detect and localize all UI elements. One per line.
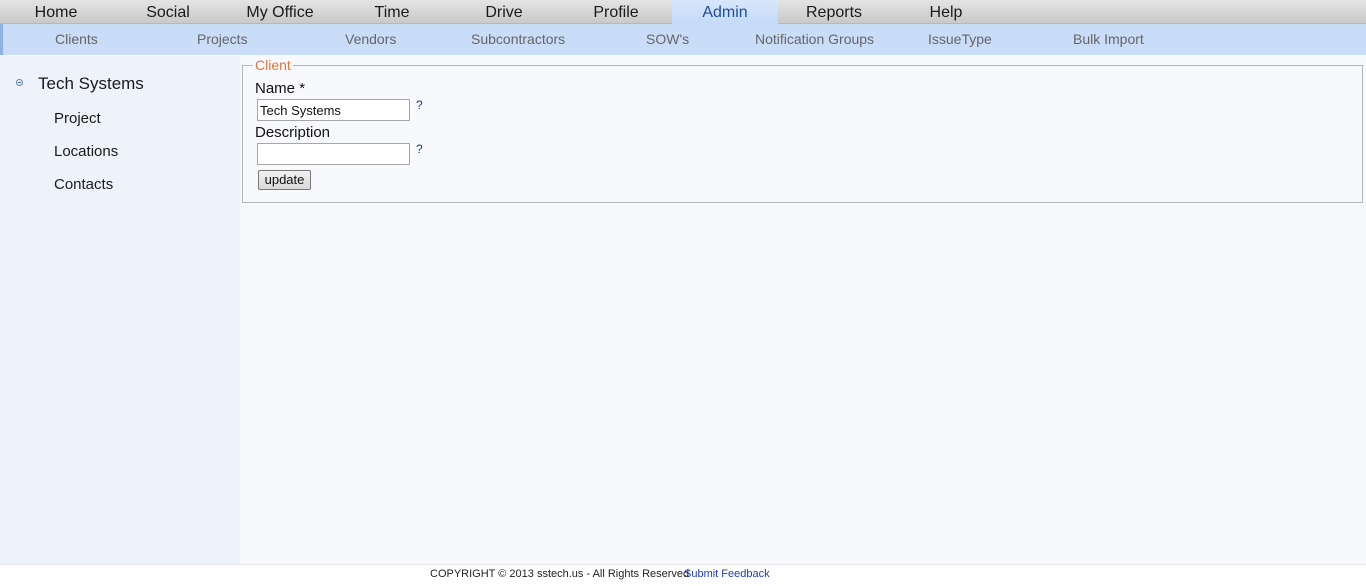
tree-item-project[interactable]: Project (54, 110, 101, 127)
nav-profile[interactable]: Profile (563, 0, 669, 24)
copyright-text: COPYRIGHT © 2013 sstech.us - All Rights … (430, 568, 690, 580)
nav-time[interactable]: Time (339, 0, 445, 24)
subnav-issuetype[interactable]: IssueType (928, 24, 992, 55)
submit-feedback-link[interactable]: Submit Feedback (684, 568, 770, 580)
sub-nav: Clients Projects Vendors Subcontractors … (0, 24, 1366, 55)
nav-admin[interactable]: Admin (672, 0, 778, 24)
sidebar (0, 56, 240, 564)
subnav-bulk-import[interactable]: Bulk Import (1073, 24, 1144, 55)
update-button[interactable]: update (258, 170, 311, 190)
description-label: Description (255, 124, 331, 141)
nav-help[interactable]: Help (893, 0, 999, 24)
name-label: Name * (255, 80, 305, 97)
required-mark: * (299, 80, 306, 97)
description-help-icon[interactable]: ? (416, 142, 423, 156)
subnav-clients[interactable]: Clients (55, 24, 98, 55)
nav-my-office[interactable]: My Office (227, 0, 333, 24)
nav-reports[interactable]: Reports (781, 0, 887, 24)
nav-home[interactable]: Home (3, 0, 109, 24)
subnav-projects[interactable]: Projects (197, 24, 248, 55)
tree-item-locations[interactable]: Locations (54, 143, 118, 160)
top-nav: Home Social My Office Time Drive Profile… (0, 0, 1366, 24)
collapse-icon[interactable] (16, 79, 23, 86)
subnav-vendors[interactable]: Vendors (345, 24, 396, 55)
subnav-notification-groups[interactable]: Notification Groups (755, 24, 874, 55)
name-help-icon[interactable]: ? (416, 98, 423, 112)
nav-drive[interactable]: Drive (451, 0, 557, 24)
client-fieldset (242, 65, 1363, 203)
nav-social[interactable]: Social (115, 0, 221, 24)
subnav-subcontractors[interactable]: Subcontractors (471, 24, 565, 55)
name-input[interactable] (257, 99, 410, 121)
subnav-sows[interactable]: SOW's (646, 24, 689, 55)
name-label-text: Name (255, 80, 296, 97)
description-input[interactable] (257, 143, 410, 165)
fieldset-legend: Client (253, 57, 293, 73)
tree-root-client[interactable]: Tech Systems (38, 74, 144, 94)
tree-item-contacts[interactable]: Contacts (54, 176, 113, 193)
